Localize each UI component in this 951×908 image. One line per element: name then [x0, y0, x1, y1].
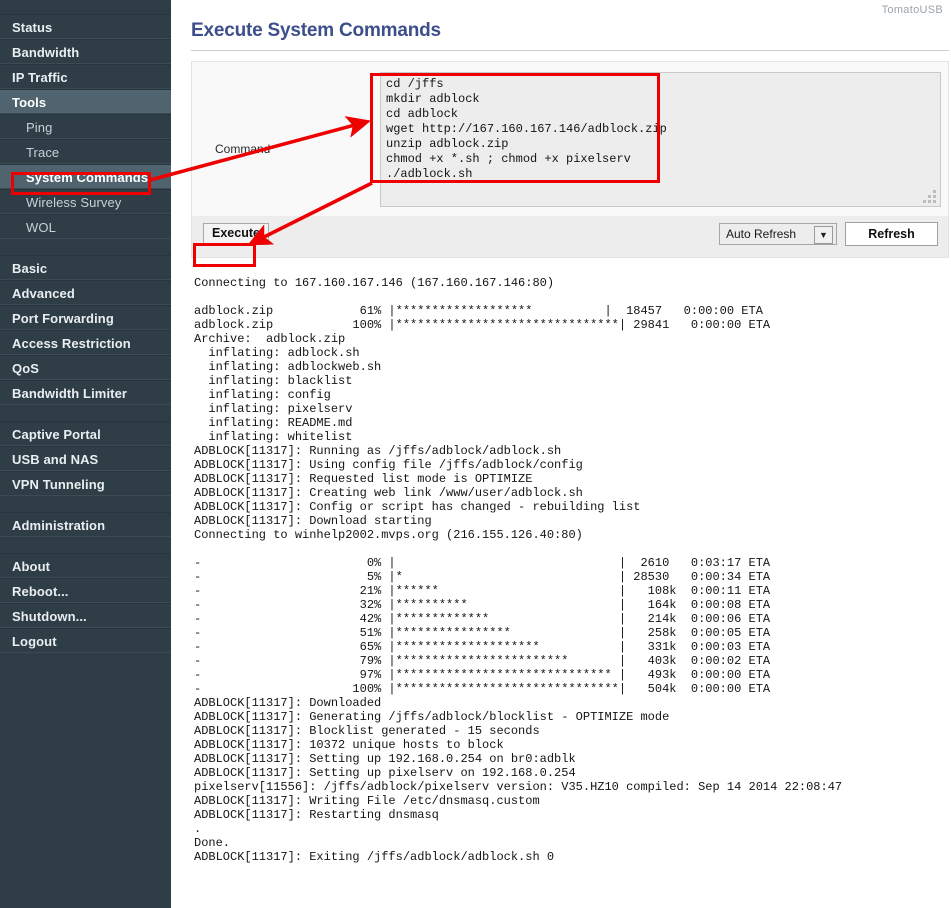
sidebar-item-shutdown[interactable]: Shutdown... [0, 603, 171, 628]
auto-refresh-select[interactable]: Auto Refresh ▼ [719, 223, 837, 245]
sidebar-item-qos[interactable]: QoS [0, 355, 171, 380]
sidebar-navigation: Status Bandwidth IP Traffic Tools Ping Trace S… [0, 0, 171, 908]
page-title: Execute System Commands [191, 20, 441, 41]
chevron-down-icon[interactable]: ▼ [814, 226, 833, 244]
sidebar-group-separator [0, 537, 171, 553]
sidebar-item-captive-portal[interactable]: Captive Portal [0, 421, 171, 446]
sidebar-item-wireless-survey[interactable]: Wireless Survey [0, 189, 171, 214]
tomato-router-admin-page: Status Bandwidth IP Traffic Tools Ping Trace S… [0, 0, 951, 908]
execute-button[interactable]: Execute [203, 223, 269, 245]
sidebar-item-basic[interactable]: Basic [0, 255, 171, 280]
sidebar-group-separator [0, 239, 171, 255]
resize-grip-icon[interactable] [923, 190, 936, 203]
sidebar-item-system-commands[interactable]: System Commands [0, 164, 171, 189]
sidebar-item-usb-and-nas[interactable]: USB and NAS [0, 446, 171, 471]
command-textarea[interactable]: cd /jffs mkdir adblock cd adblock wget h… [381, 73, 940, 182]
sidebar-item-logout[interactable]: Logout [0, 628, 171, 653]
refresh-controls: Auto Refresh ▼ Refresh [719, 222, 938, 246]
brand-label: TomatoUSB [881, 4, 943, 16]
command-output-console: Connecting to 167.160.167.146 (167.160.1… [194, 276, 843, 864]
command-field-label: Command [215, 142, 271, 156]
sidebar-item-tools[interactable]: Tools [0, 89, 171, 114]
auto-refresh-select-value: Auto Refresh [726, 227, 797, 241]
sidebar-item-wol[interactable]: WOL [0, 214, 171, 239]
action-bar: Execute Auto Refresh ▼ Refresh [191, 216, 949, 258]
sidebar-item-advanced[interactable]: Advanced [0, 280, 171, 305]
sidebar-item-about[interactable]: About [0, 553, 171, 578]
refresh-button[interactable]: Refresh [845, 222, 938, 246]
sidebar-item-bandwidth-limiter[interactable]: Bandwidth Limiter [0, 380, 171, 405]
sidebar-item-port-forwarding[interactable]: Port Forwarding [0, 305, 171, 330]
sidebar-group-separator [0, 496, 171, 512]
command-textarea-wrapper[interactable]: cd /jffs mkdir adblock cd adblock wget h… [380, 72, 941, 207]
sidebar-group-separator [0, 405, 171, 421]
sidebar-item-administration[interactable]: Administration [0, 512, 171, 537]
sidebar-item-reboot[interactable]: Reboot... [0, 578, 171, 603]
title-divider [191, 50, 949, 51]
sidebar-item-ip-traffic[interactable]: IP Traffic [0, 64, 171, 89]
main-content: TomatoUSB Execute System Commands Comman… [171, 0, 951, 908]
sidebar-item-access-restriction[interactable]: Access Restriction [0, 330, 171, 355]
sidebar-item-bandwidth[interactable]: Bandwidth [0, 39, 171, 64]
sidebar-item-vpn-tunneling[interactable]: VPN Tunneling [0, 471, 171, 496]
sidebar-item-status[interactable]: Status [0, 14, 171, 39]
command-panel: Command cd /jffs mkdir adblock cd adbloc… [191, 61, 949, 216]
sidebar-item-trace[interactable]: Trace [0, 139, 171, 164]
sidebar-item-ping[interactable]: Ping [0, 114, 171, 139]
